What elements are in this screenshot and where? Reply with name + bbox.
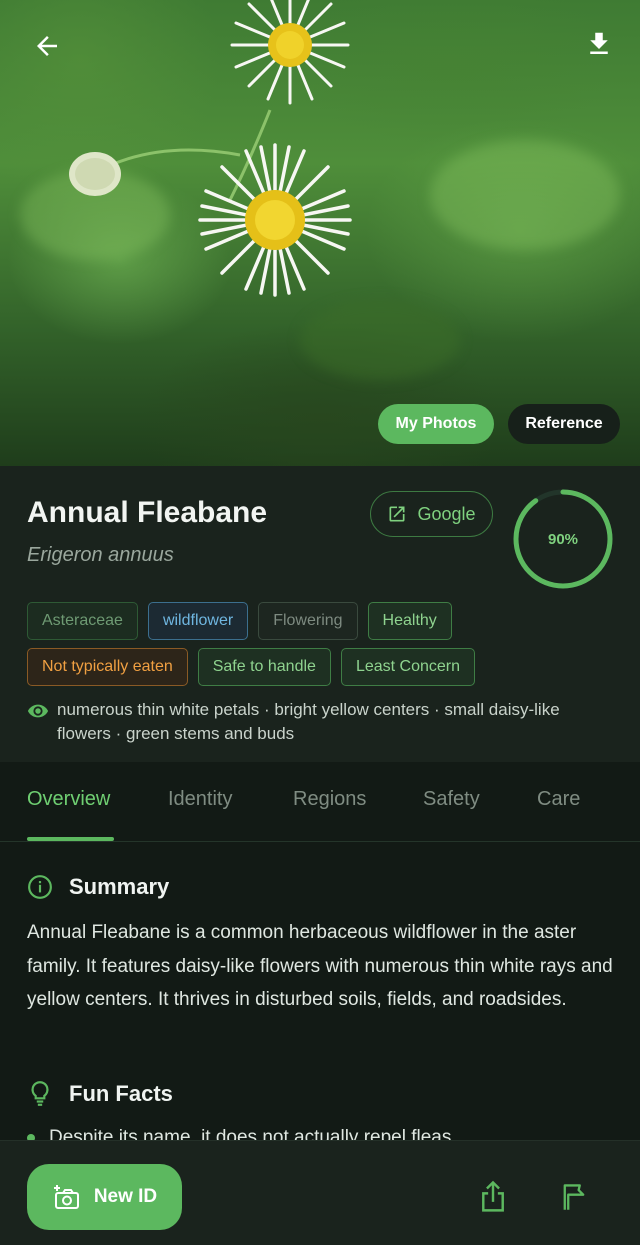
google-label: Google	[417, 503, 476, 524]
tag-category[interactable]: wildflower	[147, 602, 249, 640]
fun-facts-title: Fun Facts	[69, 1081, 173, 1106]
tag-handling[interactable]: Safe to handle	[197, 648, 331, 686]
visual-features: numerous thin white petals · bright yell…	[27, 698, 607, 746]
tab-overview[interactable]: Overview	[27, 788, 110, 811]
new-id-button[interactable]: New ID	[27, 1164, 182, 1230]
hero-photo: My Photos Reference	[0, 0, 640, 466]
tab-safety[interactable]: Safety	[423, 788, 480, 811]
external-link-icon	[389, 506, 405, 522]
tab-my-photos[interactable]: My Photos	[378, 404, 494, 444]
fun-fact-item: Despite its name, it does not actually r…	[27, 1127, 457, 1140]
tab-identity[interactable]: Identity	[168, 788, 232, 811]
fun-fact-text: Despite its name, it does not actually r…	[49, 1127, 457, 1140]
new-id-label: New ID	[93, 1186, 158, 1207]
tag-edibility[interactable]: Not typically eaten	[27, 648, 188, 686]
tag-health[interactable]: Healthy	[367, 602, 452, 640]
share-icon[interactable]	[471, 1175, 515, 1219]
flag-icon[interactable]	[552, 1175, 596, 1219]
features-text: numerous thin white petals · bright yell…	[57, 700, 560, 743]
species-info: Annual Fleabane Erigeron annuus Google 9…	[0, 466, 640, 762]
common-name: Annual Fleabane	[27, 496, 268, 529]
tab-care[interactable]: Care	[537, 788, 580, 811]
info-icon	[28, 875, 52, 899]
add-camera-icon	[53, 1185, 79, 1209]
eye-icon	[27, 704, 49, 718]
download-icon[interactable]	[577, 22, 621, 66]
tab-reference[interactable]: Reference	[508, 404, 620, 444]
tab-regions[interactable]: Regions	[293, 788, 366, 811]
summary-title: Summary	[69, 874, 170, 899]
overview-content[interactable]: Summary Annual Fleabane is a common herb…	[0, 843, 640, 1140]
summary-heading: Summary	[27, 874, 169, 900]
lightbulb-icon	[31, 1081, 49, 1106]
back-arrow-icon[interactable]	[25, 24, 69, 68]
confidence-label: 90%	[547, 530, 579, 548]
tag-conservation[interactable]: Least Concern	[340, 648, 475, 686]
tag-list: Asteraceae wildflower Flowering Healthy …	[27, 602, 617, 694]
tag-family[interactable]: Asteraceae	[27, 602, 138, 640]
fleabane-flowers	[69, 0, 352, 297]
summary-text: Annual Fleabane is a common herbaceous w…	[27, 922, 613, 1010]
fun-facts-heading: Fun Facts	[27, 1080, 173, 1108]
scientific-name: Erigeron annuus	[27, 544, 174, 566]
detail-tabs: Overview Identity Regions Safety Care	[0, 762, 640, 842]
google-button[interactable]: Google	[370, 491, 493, 537]
tag-stage[interactable]: Flowering	[258, 602, 358, 640]
bottom-action-bar: New ID	[0, 1140, 640, 1245]
active-tab-indicator	[27, 837, 114, 841]
